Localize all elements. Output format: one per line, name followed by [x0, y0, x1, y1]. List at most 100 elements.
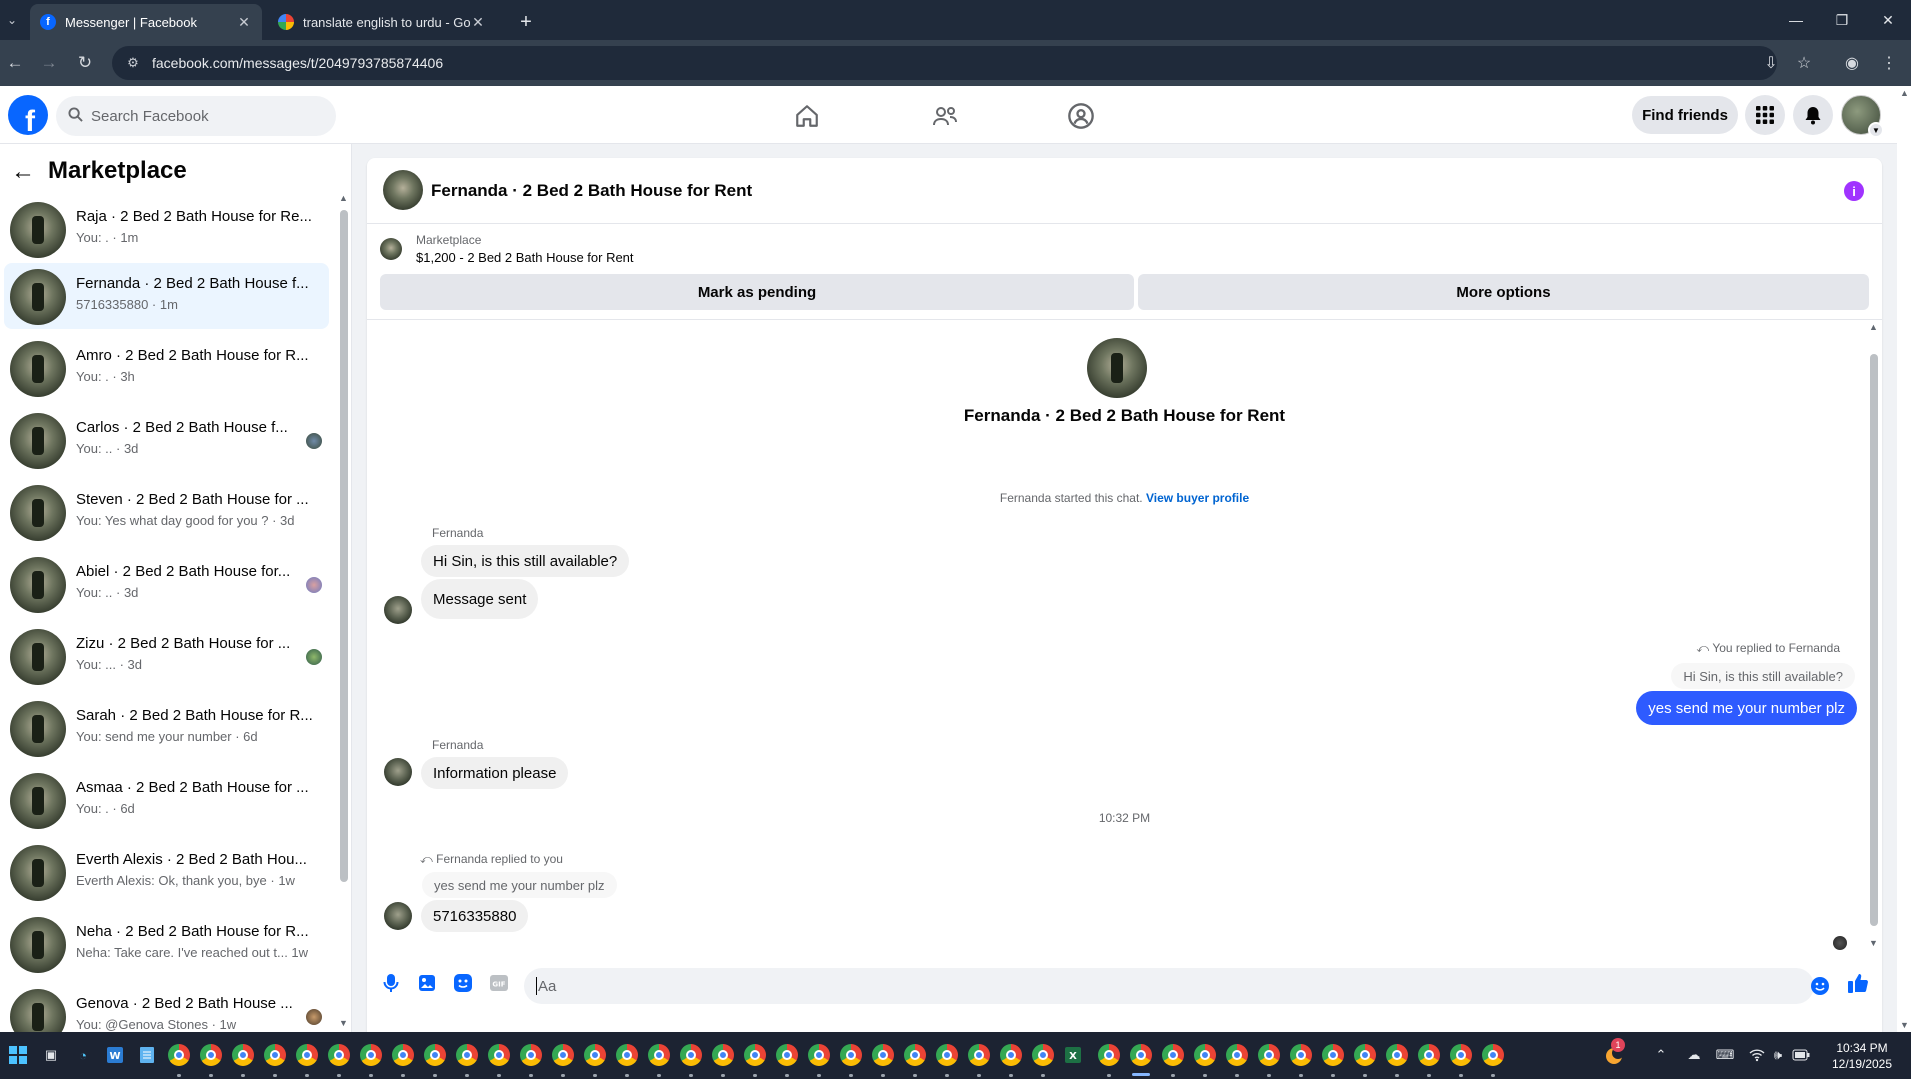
chrome-taskbar-icon[interactable] [712, 1044, 734, 1066]
chrome-taskbar-icon[interactable] [520, 1044, 542, 1066]
close-window-icon[interactable]: ✕ [1865, 0, 1911, 40]
sender-avatar[interactable] [384, 758, 412, 786]
taskbar-clock[interactable]: 10:34 PM 12/19/2025 [1820, 1040, 1904, 1072]
chrome-taskbar-icon[interactable] [1226, 1044, 1248, 1066]
chrome-taskbar-icon[interactable] [296, 1044, 318, 1066]
profile-icon[interactable]: ◉ [1837, 48, 1867, 78]
quoted-message[interactable]: yes send me your number plz [422, 872, 617, 898]
keyboard-icon[interactable]: ⌨ [1714, 1044, 1736, 1066]
word-icon[interactable]: W [104, 1044, 126, 1066]
chrome-taskbar-icon[interactable] [1000, 1044, 1022, 1066]
chat-title[interactable]: Fernanda · 2 Bed 2 Bath House for Rent [431, 181, 752, 201]
sender-avatar[interactable] [384, 902, 412, 930]
windows-start-icon[interactable] [7, 1044, 29, 1066]
back-icon[interactable]: ← [0, 48, 30, 78]
task-view-icon[interactable]: ▣ [40, 1044, 62, 1066]
chrome-taskbar-icon[interactable] [360, 1044, 382, 1066]
chrome-taskbar-icon[interactable] [1386, 1044, 1408, 1066]
conversation-item[interactable]: Genova · 2 Bed 2 Bath House ... You: @Ge… [4, 983, 329, 1032]
facebook-logo-icon[interactable]: f [8, 95, 48, 135]
message-bubble[interactable]: Message sent [421, 579, 539, 619]
chrome-taskbar-icon[interactable] [808, 1044, 830, 1066]
avatar[interactable] [383, 170, 423, 210]
chrome-taskbar-icon[interactable] [776, 1044, 798, 1066]
scroll-down-icon[interactable]: ▼ [1869, 938, 1878, 948]
scroll-down-icon[interactable]: ▼ [339, 1018, 348, 1028]
chrome-taskbar-icon[interactable] [744, 1044, 766, 1066]
conversation-item[interactable]: Asmaa · 2 Bed 2 Bath House for ... You: … [4, 767, 329, 833]
gif-icon[interactable]: GIF [486, 970, 512, 996]
close-tab-icon[interactable]: ✕ [236, 14, 252, 31]
chrome-taskbar-icon[interactable] [968, 1044, 990, 1066]
close-tab-icon[interactable]: ✕ [470, 14, 486, 31]
forward-icon[interactable]: → [34, 48, 64, 78]
friends-icon[interactable] [927, 98, 963, 134]
scrollbar-thumb[interactable] [1870, 354, 1878, 926]
conversation-item[interactable]: Everth Alexis · 2 Bed 2 Bath Hou... Ever… [4, 839, 329, 905]
chrome-taskbar-icon[interactable] [392, 1044, 414, 1066]
tab-search-chevron-icon[interactable]: ⌄ [0, 4, 24, 36]
scrollbar-thumb[interactable] [340, 210, 348, 882]
chrome-taskbar-icon[interactable] [552, 1044, 574, 1066]
chrome-taskbar-icon[interactable] [456, 1044, 478, 1066]
tab-messenger[interactable]: f Messenger | Facebook ✕ [30, 4, 262, 40]
back-arrow-icon[interactable]: ← [10, 158, 36, 185]
info-icon[interactable]: i [1844, 181, 1864, 201]
chrome-taskbar-icon[interactable] [200, 1044, 222, 1066]
chrome-menu-icon[interactable]: ⋮ [1874, 48, 1904, 78]
profile-avatar[interactable] [1087, 338, 1147, 398]
chrome-taskbar-icon[interactable] [488, 1044, 510, 1066]
chrome-taskbar-icon[interactable] [904, 1044, 926, 1066]
chrome-taskbar-icon[interactable] [1032, 1044, 1054, 1066]
scroll-up-icon[interactable]: ▲ [339, 193, 348, 203]
chrome-taskbar-icon[interactable] [1098, 1044, 1120, 1066]
volume-icon[interactable]: 🕪 [1767, 1044, 1789, 1066]
conversation-item[interactable]: Neha · 2 Bed 2 Bath House for R... Neha:… [4, 911, 329, 977]
wifi-icon[interactable] [1746, 1044, 1768, 1066]
chrome-taskbar-icon[interactable] [1322, 1044, 1344, 1066]
mark-as-pending-button[interactable]: Mark as pending [380, 274, 1134, 310]
bookmark-star-icon[interactable]: ☆ [1789, 48, 1819, 78]
conversation-item-selected[interactable]: Fernanda · 2 Bed 2 Bath House f... 57163… [4, 263, 329, 329]
chrome-taskbar-icon[interactable] [648, 1044, 670, 1066]
message-bubble[interactable]: Hi Sin, is this still available? [421, 545, 630, 577]
page-scrollbar[interactable]: ▲ ▼ [1897, 86, 1911, 1032]
listing-thumbnail[interactable] [380, 238, 402, 260]
chrome-taskbar-icon[interactable] [584, 1044, 606, 1066]
sticker-icon[interactable] [450, 970, 476, 996]
scroll-up-icon[interactable]: ▲ [1869, 322, 1878, 332]
notepad-icon[interactable] [136, 1044, 158, 1066]
chrome-taskbar-icon[interactable] [1354, 1044, 1376, 1066]
conversation-list-scrollbar[interactable]: ▲ ▼ [339, 193, 348, 1032]
message-bubble[interactable]: 5716335880 [421, 900, 529, 932]
edge-icon[interactable]: ◔ [72, 1044, 94, 1066]
chrome-taskbar-icon[interactable] [680, 1044, 702, 1066]
search-facebook-input[interactable]: Search Facebook [56, 96, 336, 136]
chrome-taskbar-icon[interactable] [232, 1044, 254, 1066]
site-settings-icon[interactable]: ⚙ [118, 55, 148, 71]
chrome-taskbar-icon[interactable] [1162, 1044, 1184, 1066]
excel-icon[interactable]: X [1062, 1044, 1084, 1066]
conversation-item[interactable]: Carlos · 2 Bed 2 Bath House f... You: ..… [4, 407, 329, 473]
chrome-taskbar-icon[interactable] [168, 1044, 190, 1066]
chrome-taskbar-icon[interactable] [328, 1044, 350, 1066]
groups-icon[interactable] [1063, 98, 1099, 134]
chrome-taskbar-icon[interactable] [1482, 1044, 1504, 1066]
microphone-icon[interactable] [378, 970, 404, 996]
chrome-taskbar-icon[interactable] [1450, 1044, 1472, 1066]
chrome-taskbar-icon[interactable] [1290, 1044, 1312, 1066]
message-input[interactable]: Aa [524, 968, 1814, 1004]
emoji-icon[interactable] [1807, 973, 1833, 999]
message-bubble[interactable]: Information please [421, 757, 569, 789]
chrome-taskbar-icon[interactable] [1258, 1044, 1280, 1066]
omnibox[interactable]: ⚙ facebook.com/messages/t/20497937858744… [112, 46, 1777, 80]
onedrive-icon[interactable]: ☁ [1683, 1044, 1705, 1066]
like-thumbs-up-icon[interactable] [1845, 970, 1871, 996]
chrome-taskbar-icon[interactable] [1418, 1044, 1440, 1066]
more-options-button[interactable]: More options [1138, 274, 1869, 310]
chrome-taskbar-icon[interactable] [1130, 1044, 1152, 1066]
chrome-taskbar-icon[interactable] [424, 1044, 446, 1066]
conversation-item[interactable]: Zizu · 2 Bed 2 Bath House for ... You: .… [4, 623, 329, 689]
restore-icon[interactable]: ❐ [1819, 0, 1865, 40]
photo-icon[interactable] [414, 970, 440, 996]
